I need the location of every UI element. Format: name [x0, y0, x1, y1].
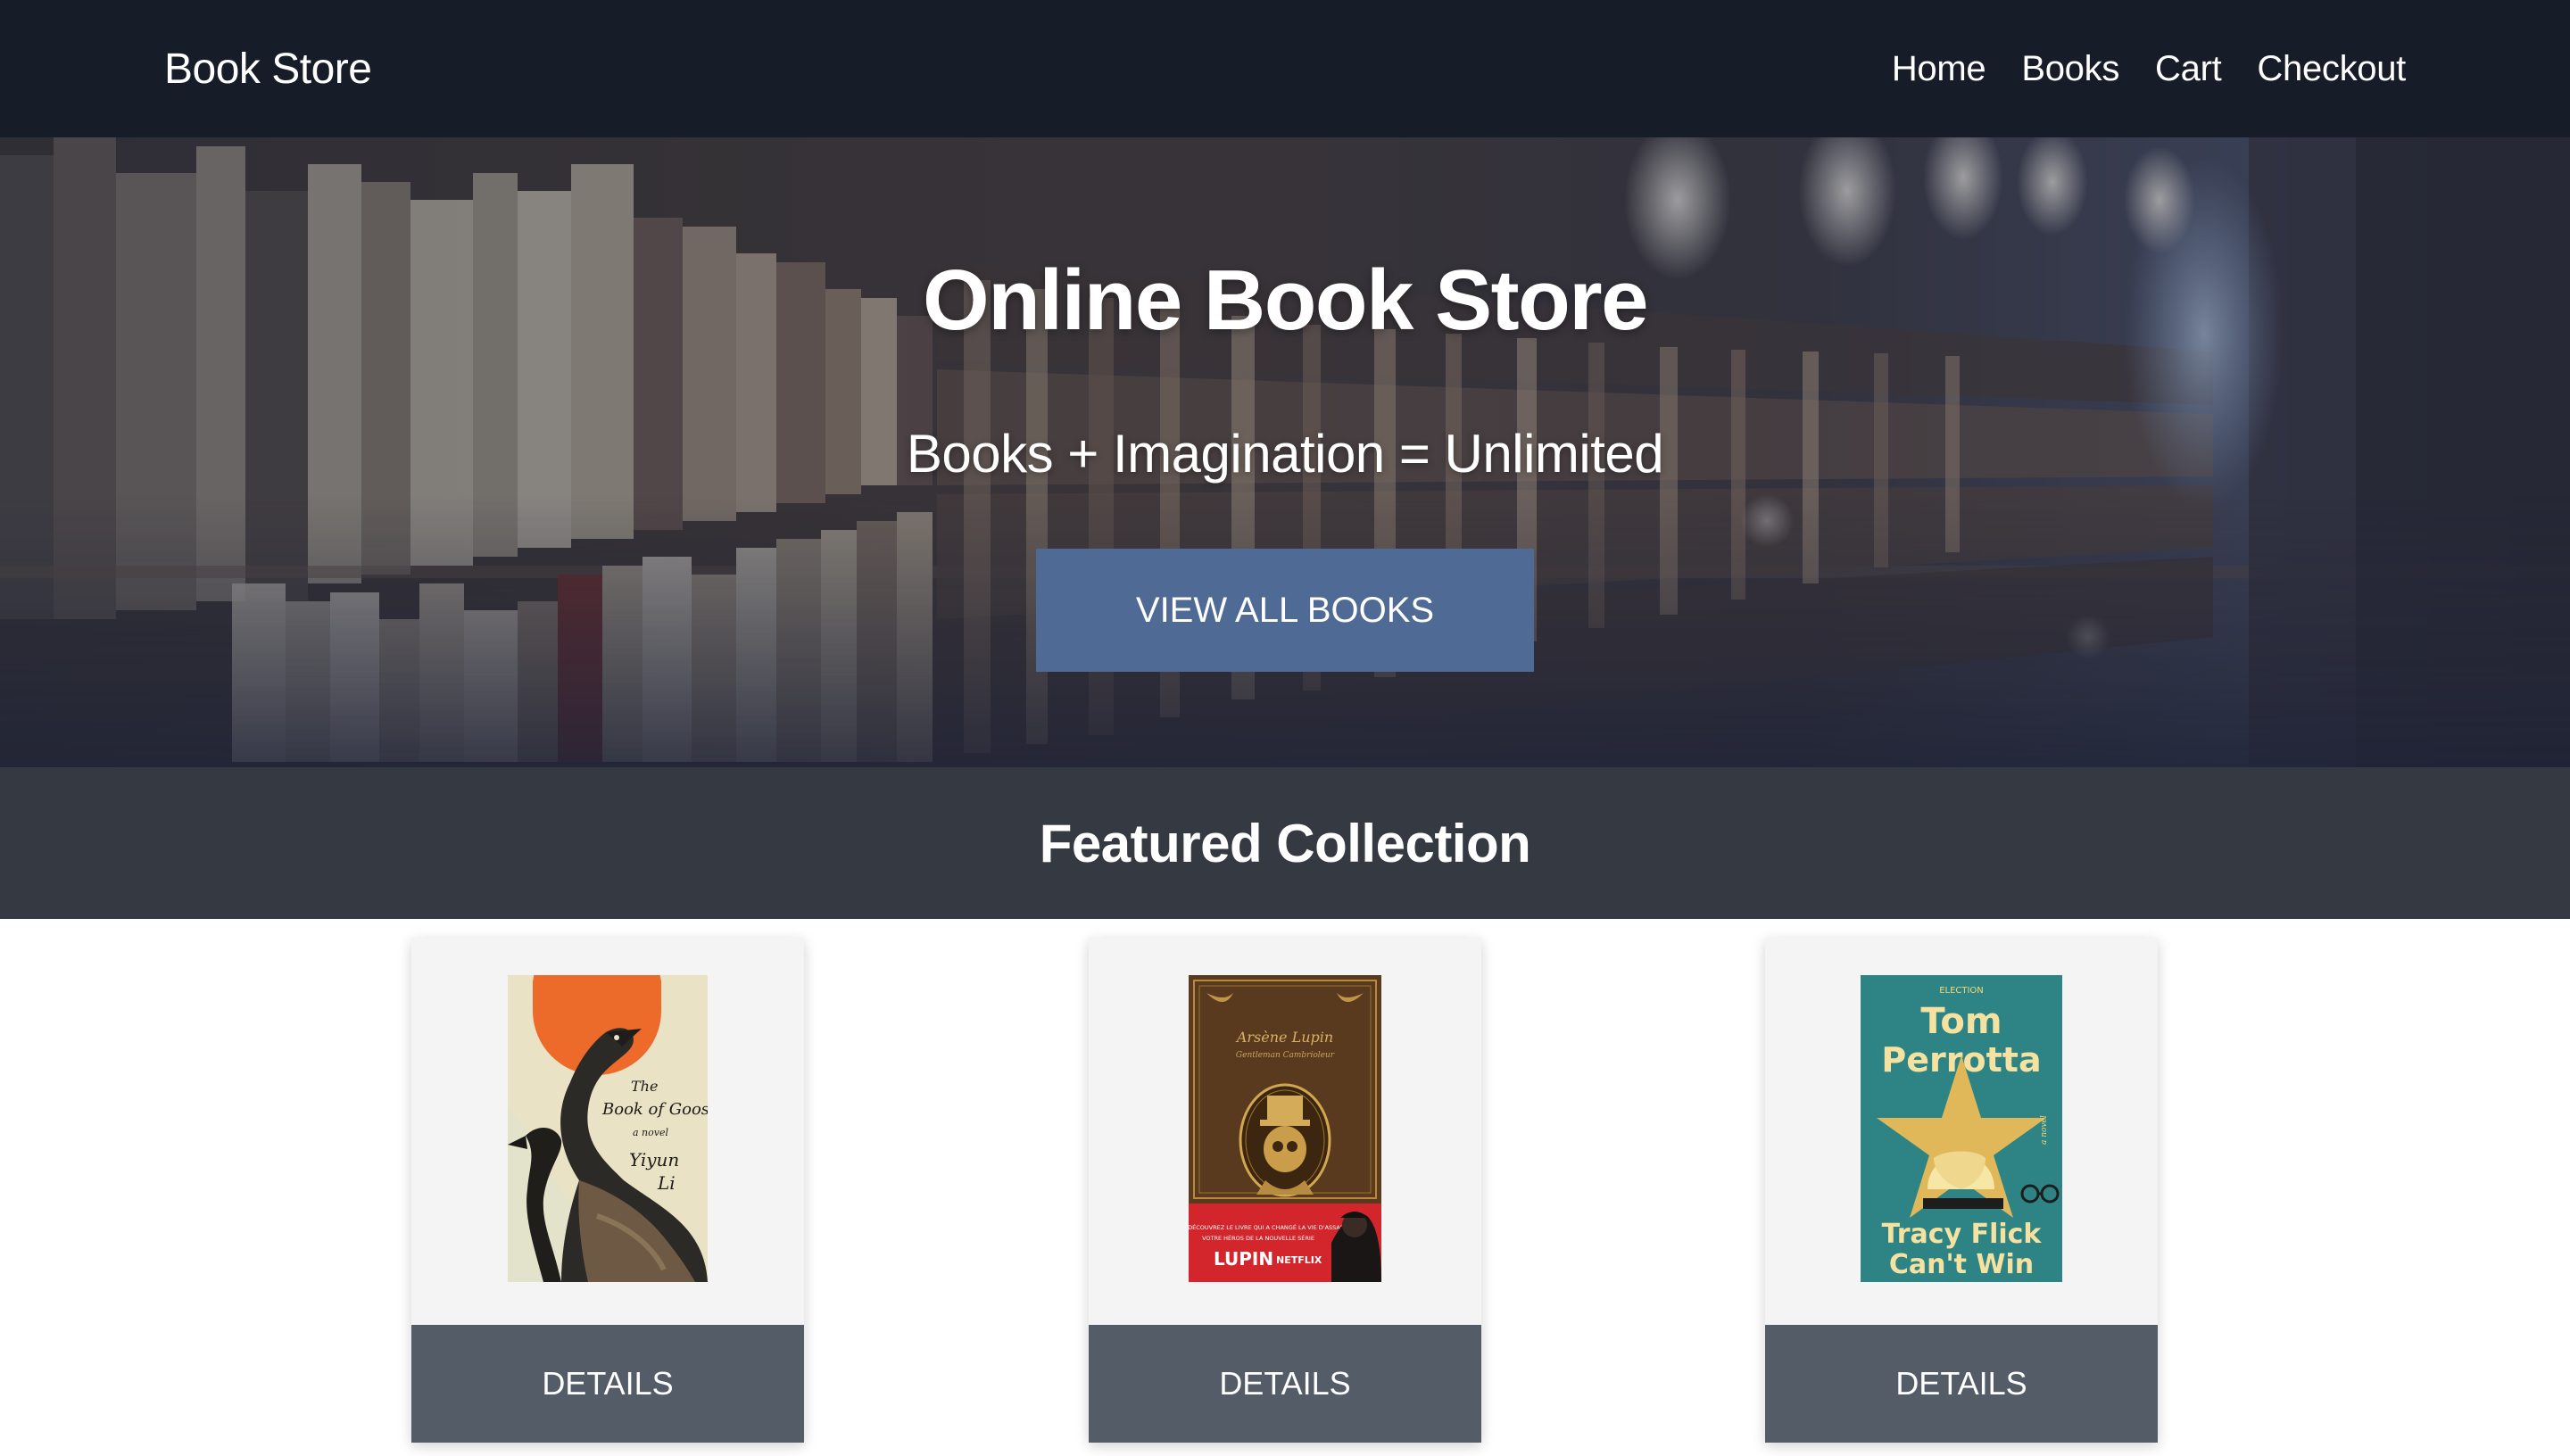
- svg-text:ELECTION: ELECTION: [1939, 986, 1984, 996]
- book-cover-image[interactable]: ELECTION Tom Perrotta Tracy Flick Can't …: [1861, 975, 2062, 1282]
- svg-text:Li: Li: [657, 1172, 676, 1194]
- svg-text:Book of Goose: Book of Goose: [601, 1100, 708, 1119]
- svg-text:LUPIN: LUPIN: [1214, 1248, 1273, 1270]
- featured-collection-title: Featured Collection: [1039, 813, 1531, 873]
- nav-links: Home Books Cart Checkout: [1892, 49, 2406, 89]
- book-cover-image[interactable]: Arsène Lupin Gentleman Cambrioleur DÉCOU…: [1189, 975, 1381, 1282]
- book-card: The Book of Goose a novel Yiyun Li DETAI…: [411, 938, 804, 1443]
- hero-subtitle: Books + Imagination = Unlimited: [906, 424, 1664, 484]
- svg-text:Can't Win: Can't Win: [1889, 1249, 2034, 1280]
- nav-link-checkout[interactable]: Checkout: [2257, 49, 2406, 89]
- nav-link-home[interactable]: Home: [1892, 49, 1986, 89]
- svg-text:Tom: Tom: [1920, 1001, 2002, 1042]
- nav-link-cart[interactable]: Cart: [2155, 49, 2222, 89]
- hero-title: Online Book Store: [923, 252, 1648, 348]
- hero-content: Online Book Store Books + Imagination = …: [0, 137, 2570, 767]
- svg-text:a novel: a novel: [2040, 1115, 2049, 1145]
- book-card: ELECTION Tom Perrotta Tracy Flick Can't …: [1765, 938, 2158, 1443]
- featured-collection-header: Featured Collection: [0, 767, 2570, 919]
- brand-link[interactable]: Book Store: [164, 45, 372, 94]
- svg-text:The: The: [631, 1078, 658, 1095]
- svg-text:NETFLIX: NETFLIX: [1276, 1254, 1322, 1266]
- svg-text:Gentleman Cambrioleur: Gentleman Cambrioleur: [1236, 1051, 1335, 1060]
- hero-section: Online Book Store Books + Imagination = …: [0, 137, 2570, 767]
- nav-link-books[interactable]: Books: [2021, 49, 2119, 89]
- book-cover-image[interactable]: The Book of Goose a novel Yiyun Li: [508, 975, 708, 1282]
- svg-text:VOTRE HÉROS DE LA NOUVELLE SÉR: VOTRE HÉROS DE LA NOUVELLE SÉRIE: [1202, 1234, 1314, 1242]
- book-card: Arsène Lupin Gentleman Cambrioleur DÉCOU…: [1089, 938, 1481, 1443]
- view-all-books-button[interactable]: VIEW ALL BOOKS: [1036, 549, 1534, 672]
- details-button[interactable]: DETAILS: [1765, 1325, 2158, 1443]
- navbar: Book Store Home Books Cart Checkout: [0, 0, 2570, 137]
- svg-text:DÉCOUVREZ LE LIVRE QUI A CHANG: DÉCOUVREZ LE LIVRE QUI A CHANGÉ LA VIE D…: [1189, 1223, 1350, 1231]
- svg-text:a novel: a novel: [633, 1127, 668, 1138]
- svg-text:Arsène Lupin: Arsène Lupin: [1235, 1029, 1333, 1046]
- svg-text:Yiyun: Yiyun: [629, 1149, 679, 1171]
- details-button[interactable]: DETAILS: [1089, 1325, 1481, 1443]
- details-button[interactable]: DETAILS: [411, 1325, 804, 1443]
- svg-text:Tracy Flick: Tracy Flick: [1882, 1219, 2043, 1250]
